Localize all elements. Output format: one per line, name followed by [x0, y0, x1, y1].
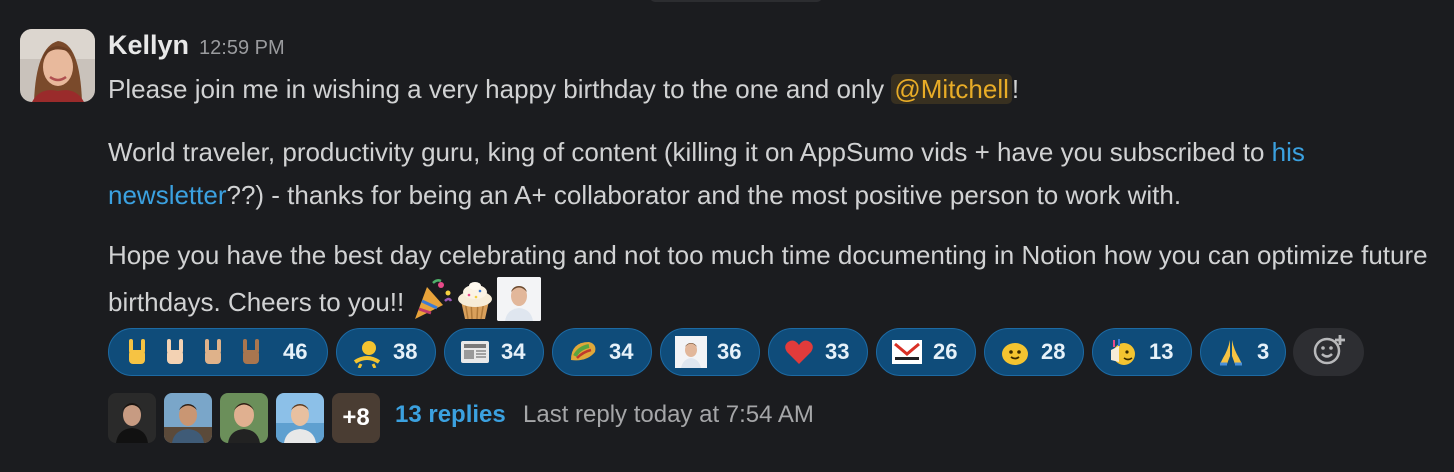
reaction-count: 33	[825, 339, 850, 364]
party-popper-icon	[411, 277, 453, 321]
mail-logo-icon	[891, 336, 923, 368]
cake-face-icon	[1107, 336, 1139, 368]
message-timestamp[interactable]: 12:59 PM	[199, 37, 285, 59]
replies-link[interactable]: 13 replies	[395, 401, 506, 429]
reaction-count: 36	[717, 339, 742, 364]
reaction-count: 38	[393, 339, 418, 364]
taco-icon	[567, 336, 599, 368]
more-repliers-count: +8	[332, 393, 380, 443]
blob-emoji-icon	[999, 336, 1031, 368]
message-paragraph-2: World traveler, productivity guru, king …	[108, 131, 1448, 217]
avatar	[276, 393, 324, 443]
person-photo-icon	[675, 336, 707, 368]
dancing-figure-icon	[351, 336, 383, 368]
reaction-count: 3	[1257, 339, 1270, 364]
message: Kellyn 12:59 PM Please join me in wishing…	[0, 0, 1454, 472]
reaction-count: 26	[933, 339, 958, 364]
author-name[interactable]: Kellyn	[108, 30, 189, 60]
message-header: Kellyn 12:59 PM	[108, 30, 285, 64]
reaction-count: 28	[1041, 339, 1066, 364]
pray-icon	[1215, 336, 1247, 368]
last-reply-time: Last reply today at 7:54 AM	[523, 401, 814, 428]
paragraph-text: ??) - thanks for being an A+ collaborato…	[226, 180, 1182, 210]
reaction-blob[interactable]: 28	[984, 328, 1084, 376]
avatar	[220, 393, 268, 443]
reaction-cake-face[interactable]: 13	[1092, 328, 1192, 376]
reaction-person-photo[interactable]: 36	[660, 328, 760, 376]
author-avatar[interactable]	[20, 29, 95, 102]
heart-icon	[783, 336, 815, 368]
reaction-taco[interactable]: 34	[552, 328, 652, 376]
reaction-count: 34	[501, 339, 526, 364]
cupcake-icon	[454, 277, 496, 321]
newspaper-icon	[459, 336, 491, 368]
reaction-dancing[interactable]: 38	[336, 328, 436, 376]
message-paragraph-1: Please join me in wishing a very happy b…	[108, 68, 1448, 111]
reaction-pray[interactable]: 3	[1200, 328, 1286, 376]
rock-on-hands-icon	[123, 336, 273, 368]
reaction-newspaper[interactable]: 34	[444, 328, 544, 376]
reaction-rock-on[interactable]: 46	[108, 328, 328, 376]
person-photo-icon	[497, 277, 542, 321]
paragraph-text: !	[1011, 74, 1020, 104]
user-mention[interactable]: @Mitchell	[891, 74, 1012, 104]
avatar	[164, 393, 212, 443]
paragraph-text: Please join me in wishing a very happy b…	[108, 74, 892, 104]
add-reaction-button[interactable]	[1293, 328, 1364, 376]
reaction-count: 46	[283, 339, 308, 364]
reaction-count: 34	[609, 339, 634, 364]
avatar	[108, 393, 156, 443]
reaction-heart[interactable]: 33	[768, 328, 868, 376]
paragraph-text: Hope you have the best day celebrating a…	[108, 240, 1428, 317]
message-paragraph-3: Hope you have the best day celebrating a…	[108, 234, 1448, 324]
paragraph-text: World traveler, productivity guru, king …	[108, 137, 1272, 167]
reaction-count: 13	[1149, 339, 1174, 364]
reaction-mail-logo[interactable]: 26	[876, 328, 976, 376]
add-reaction-icon	[1311, 332, 1347, 373]
